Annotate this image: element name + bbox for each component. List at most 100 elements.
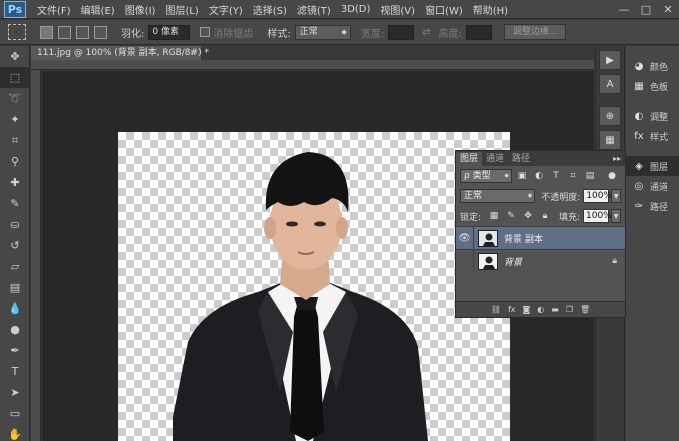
tab-channels[interactable]: 通道: [482, 152, 508, 166]
fill-arrow-icon[interactable]: ▼: [611, 209, 621, 223]
link-icon[interactable]: ⛓: [491, 305, 501, 314]
layer-row-background-copy[interactable]: 👁︎ 背景 副本: [456, 226, 625, 250]
height-label: 高度:: [438, 28, 462, 40]
opacity-label: 不透明度:: [541, 192, 581, 203]
filter-adjustment-icon[interactable]: ◐: [532, 170, 546, 183]
lock-image-icon[interactable]: ✎: [504, 210, 518, 223]
image-canvas[interactable]: [118, 132, 510, 441]
height-input[interactable]: [465, 24, 492, 40]
layer-row-background[interactable]: 👁︎ 背景 🔒︎: [456, 249, 625, 273]
filter-pixel-icon[interactable]: ▣: [515, 170, 529, 183]
blur-tool-icon[interactable]: 💧: [0, 298, 30, 319]
brush-tool-icon[interactable]: ✎: [0, 193, 30, 214]
minimize-button[interactable]: —: [617, 2, 631, 16]
panel-adjustments[interactable]: ◐ 调整: [626, 106, 679, 126]
fx-icon[interactable]: fx: [508, 305, 516, 314]
path-selection-tool-icon[interactable]: ➤: [0, 382, 30, 403]
character-icon[interactable]: A: [599, 74, 621, 94]
visibility-eye-icon[interactable]: 👁︎: [456, 226, 474, 250]
filter-shape-icon[interactable]: ⌗: [566, 170, 580, 183]
menu-image[interactable]: 图像(I): [120, 2, 161, 17]
history-brush-tool-icon[interactable]: ↺: [0, 235, 30, 256]
fill-input[interactable]: 100%: [583, 209, 612, 223]
navigator-icon[interactable]: ⊕: [599, 106, 621, 126]
eraser-tool-icon[interactable]: ▱: [0, 256, 30, 277]
menu-help[interactable]: 帮助(H): [468, 2, 513, 17]
group-icon[interactable]: ▬: [551, 305, 559, 314]
new-selection-icon[interactable]: [40, 25, 53, 39]
mask-icon[interactable]: ◙: [523, 305, 531, 314]
tab-layers[interactable]: 图层: [456, 152, 483, 166]
photoshop-logo: Ps: [4, 0, 26, 18]
clone-stamp-tool-icon[interactable]: ⛀: [0, 214, 30, 235]
eyedropper-tool-icon[interactable]: ⚲: [0, 151, 30, 172]
antialias-label: 消除锯齿: [213, 28, 254, 40]
filter-toggle-icon[interactable]: ●: [605, 170, 619, 183]
marquee-tool-preset-icon[interactable]: [8, 24, 26, 40]
panel-styles[interactable]: fx 样式: [626, 126, 679, 146]
visibility-eye-icon[interactable]: 👁︎: [456, 249, 474, 273]
layer-filter-select[interactable]: ρ 类型: [460, 169, 512, 183]
filter-smart-object-icon[interactable]: ▤: [583, 170, 597, 183]
width-label: 宽度:: [360, 28, 385, 40]
hand-tool-icon[interactable]: ✋: [0, 424, 30, 441]
gradient-tool-icon[interactable]: ▤: [0, 277, 30, 298]
menu-layer[interactable]: 图层(L): [160, 2, 203, 17]
close-button[interactable]: ✕: [661, 2, 675, 16]
new-layer-icon[interactable]: ❐: [566, 305, 573, 314]
refine-edge-button[interactable]: 调整边缘...: [503, 24, 567, 40]
history-icon[interactable]: ▶: [599, 50, 621, 70]
antialias-checkbox[interactable]: [200, 27, 211, 37]
panel-color[interactable]: ◕ 颜色: [626, 56, 679, 76]
lock-all-icon[interactable]: 🔒︎: [538, 210, 552, 223]
document-tab[interactable]: 111.jpg @ 100% (背景 副本, RGB/8#) * ×: [31, 46, 209, 60]
menu-window[interactable]: 窗口(W): [420, 2, 468, 17]
filter-type-icon[interactable]: T: [549, 170, 563, 183]
blend-mode-select[interactable]: 正常: [460, 189, 536, 203]
menu-3d[interactable]: 3D(D): [336, 4, 376, 15]
tab-paths[interactable]: 路径: [508, 152, 534, 166]
layer-filter-row: ρ 类型 ▣ ◐ T ⌗ ▤ ●: [456, 166, 625, 186]
pen-tool-icon[interactable]: ✒: [0, 340, 30, 361]
opacity-arrow-icon[interactable]: ▼: [611, 189, 621, 203]
width-input[interactable]: [388, 24, 415, 40]
dodge-tool-icon[interactable]: ●: [0, 319, 30, 340]
opacity-input[interactable]: 100%: [583, 189, 612, 203]
layers-icon: ◈: [635, 160, 643, 172]
healing-brush-tool-icon[interactable]: ✚: [0, 172, 30, 193]
menu-edit[interactable]: 编辑(E): [76, 2, 120, 17]
menu-filter[interactable]: 滤镜(T): [292, 2, 336, 17]
crop-tool-icon[interactable]: ⌗: [0, 130, 30, 151]
panel-channels[interactable]: ◎ 通道: [626, 176, 679, 196]
layer-thumbnail: [478, 252, 498, 270]
trash-icon[interactable]: 🗑︎: [580, 305, 590, 314]
maximize-button[interactable]: □: [639, 2, 653, 16]
subtract-selection-icon[interactable]: [76, 25, 89, 39]
lock-transparent-icon[interactable]: ▦: [487, 210, 501, 223]
menu-file[interactable]: 文件(F): [32, 2, 76, 17]
type-tool-icon[interactable]: T: [0, 361, 30, 382]
swap-icon[interactable]: ⇄: [422, 27, 430, 38]
adjustment-icon[interactable]: ◐: [537, 305, 544, 314]
magic-wand-tool-icon[interactable]: ✦: [0, 109, 30, 130]
panel-swatches[interactable]: ▦ 色板: [626, 76, 679, 96]
menu-type[interactable]: 文字(Y): [204, 2, 248, 17]
feather-input[interactable]: 0 像素: [148, 24, 191, 40]
shape-tool-icon[interactable]: ▭: [0, 403, 30, 424]
add-selection-icon[interactable]: [58, 25, 71, 39]
layer-lock-icon: 🔒︎: [612, 256, 617, 266]
panel-paths[interactable]: ✑ 路径: [626, 196, 679, 216]
marquee-tool-icon[interactable]: ⬚: [0, 67, 30, 88]
close-tab-icon[interactable]: ×: [189, 46, 197, 60]
menu-select[interactable]: 选择(S): [248, 2, 292, 17]
move-tool-icon[interactable]: ✥: [0, 46, 30, 67]
panel-menu-icon[interactable]: ▸▸: [613, 152, 621, 166]
style-select[interactable]: 正常: [294, 24, 351, 40]
panel-layers[interactable]: ◈ 图层: [626, 156, 679, 176]
intersect-selection-icon[interactable]: [94, 25, 107, 39]
menu-view[interactable]: 视图(V): [375, 2, 420, 17]
lock-position-icon[interactable]: ✥: [521, 210, 535, 223]
swatches-icon[interactable]: ▦: [599, 130, 621, 150]
options-bar: 羽化: 0 像素 消除锯齿 样式: 正常 宽度: ⇄ 高度: 调整边缘...: [0, 20, 679, 45]
lasso-tool-icon[interactable]: ➰: [0, 88, 30, 109]
